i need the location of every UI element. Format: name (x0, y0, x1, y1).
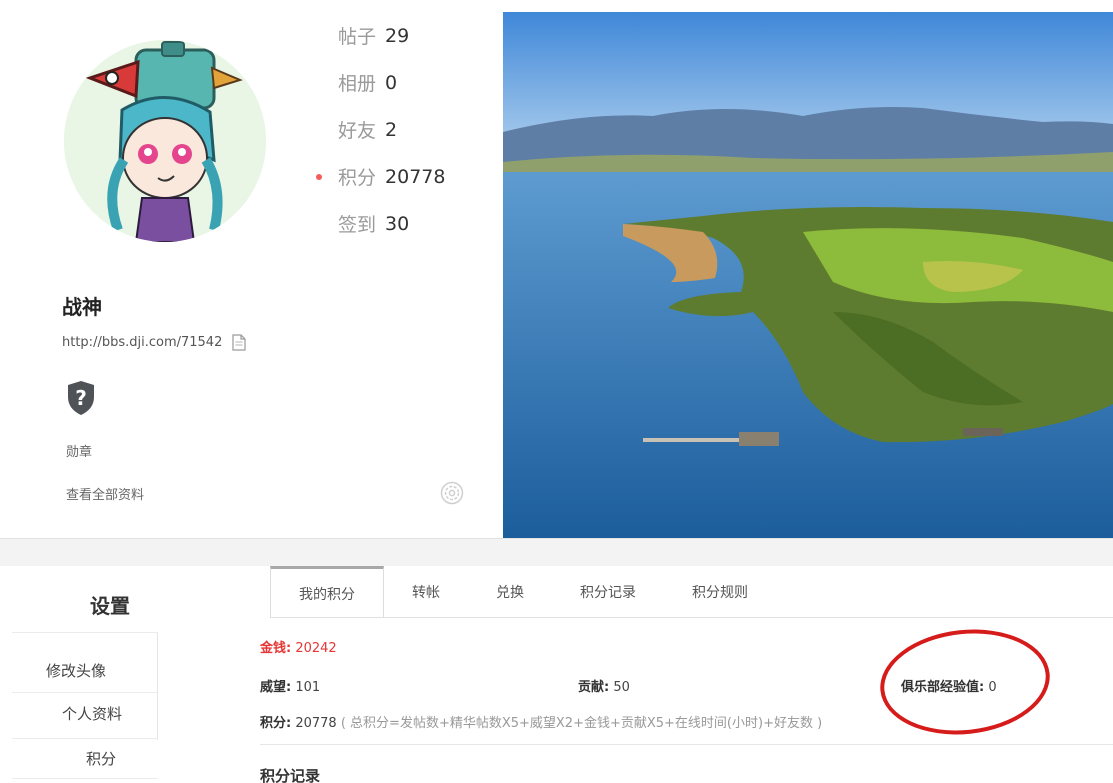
sidebar-separator (12, 632, 158, 633)
tab-transfer[interactable]: 转帐 (384, 566, 468, 618)
svg-text:?: ? (75, 386, 87, 410)
total-points-row: 积分: 20778 ( 总积分=发帖数+精华帖数X5+威望X2+金钱+贡献X5+… (260, 716, 823, 731)
prestige-row: 威望: 101 (260, 680, 321, 695)
gear-icon[interactable] (440, 481, 464, 505)
stat-points[interactable]: 积分 20778 (316, 153, 488, 200)
stat-friends[interactable]: 好友 2 (338, 106, 488, 153)
username: 战神 (62, 295, 102, 319)
sidebar-item-avatar[interactable]: 修改头像 (46, 660, 106, 681)
avatar[interactable] (64, 40, 266, 242)
info-separator (260, 744, 1113, 745)
section-divider (0, 538, 1113, 566)
profile-page: 帖子 29 相册 0 好友 2 积分 20778 签到 30 战神 http:/… (0, 0, 1113, 783)
active-dot-icon (316, 174, 322, 180)
view-all-profile-link[interactable]: 查看全部资料 (66, 484, 144, 503)
profile-url-row: http://bbs.dji.com/71542 (62, 334, 246, 351)
tab-exchange[interactable]: 兑换 (468, 566, 552, 618)
stat-checkin[interactable]: 签到 30 (338, 200, 488, 247)
medal-label[interactable]: 勋章 (66, 441, 92, 460)
tab-underline (270, 617, 1113, 618)
sidebar-separator (12, 692, 158, 693)
medal-shield-icon[interactable]: ? (66, 380, 96, 416)
cover-banner-image[interactable] (503, 12, 1113, 538)
stat-posts[interactable]: 帖子 29 (338, 12, 488, 59)
tab-points-log[interactable]: 积分记录 (552, 566, 664, 618)
copy-document-icon[interactable] (232, 334, 246, 351)
sidebar-separator (12, 738, 158, 739)
points-formula: ( 总积分=发帖数+精华帖数X5+威望X2+金钱+贡献X5+在线时间(小时)+好… (340, 716, 823, 731)
sidebar-item-profile[interactable]: 个人资料 (62, 703, 122, 724)
money-row: 金钱: 20242 (260, 641, 337, 656)
settings-title: 设置 (90, 594, 130, 618)
points-record-title: 积分记录 (260, 767, 321, 783)
sidebar-separator (12, 778, 158, 779)
tab-points-rules[interactable]: 积分规则 (664, 566, 776, 618)
tab-my-points[interactable]: 我的积分 (270, 566, 384, 618)
sidebar-item-points[interactable]: 积分 (86, 748, 116, 769)
credits-tab-bar: 我的积分 转帐 兑换 积分记录 积分规则 (270, 566, 776, 618)
annotation-circle (875, 621, 1055, 743)
contribution-row: 贡献: 50 (578, 680, 630, 695)
stat-albums[interactable]: 相册 0 (338, 59, 488, 106)
profile-url[interactable]: http://bbs.dji.com/71542 (62, 335, 222, 350)
profile-stats: 帖子 29 相册 0 好友 2 积分 20778 签到 30 (316, 12, 488, 247)
